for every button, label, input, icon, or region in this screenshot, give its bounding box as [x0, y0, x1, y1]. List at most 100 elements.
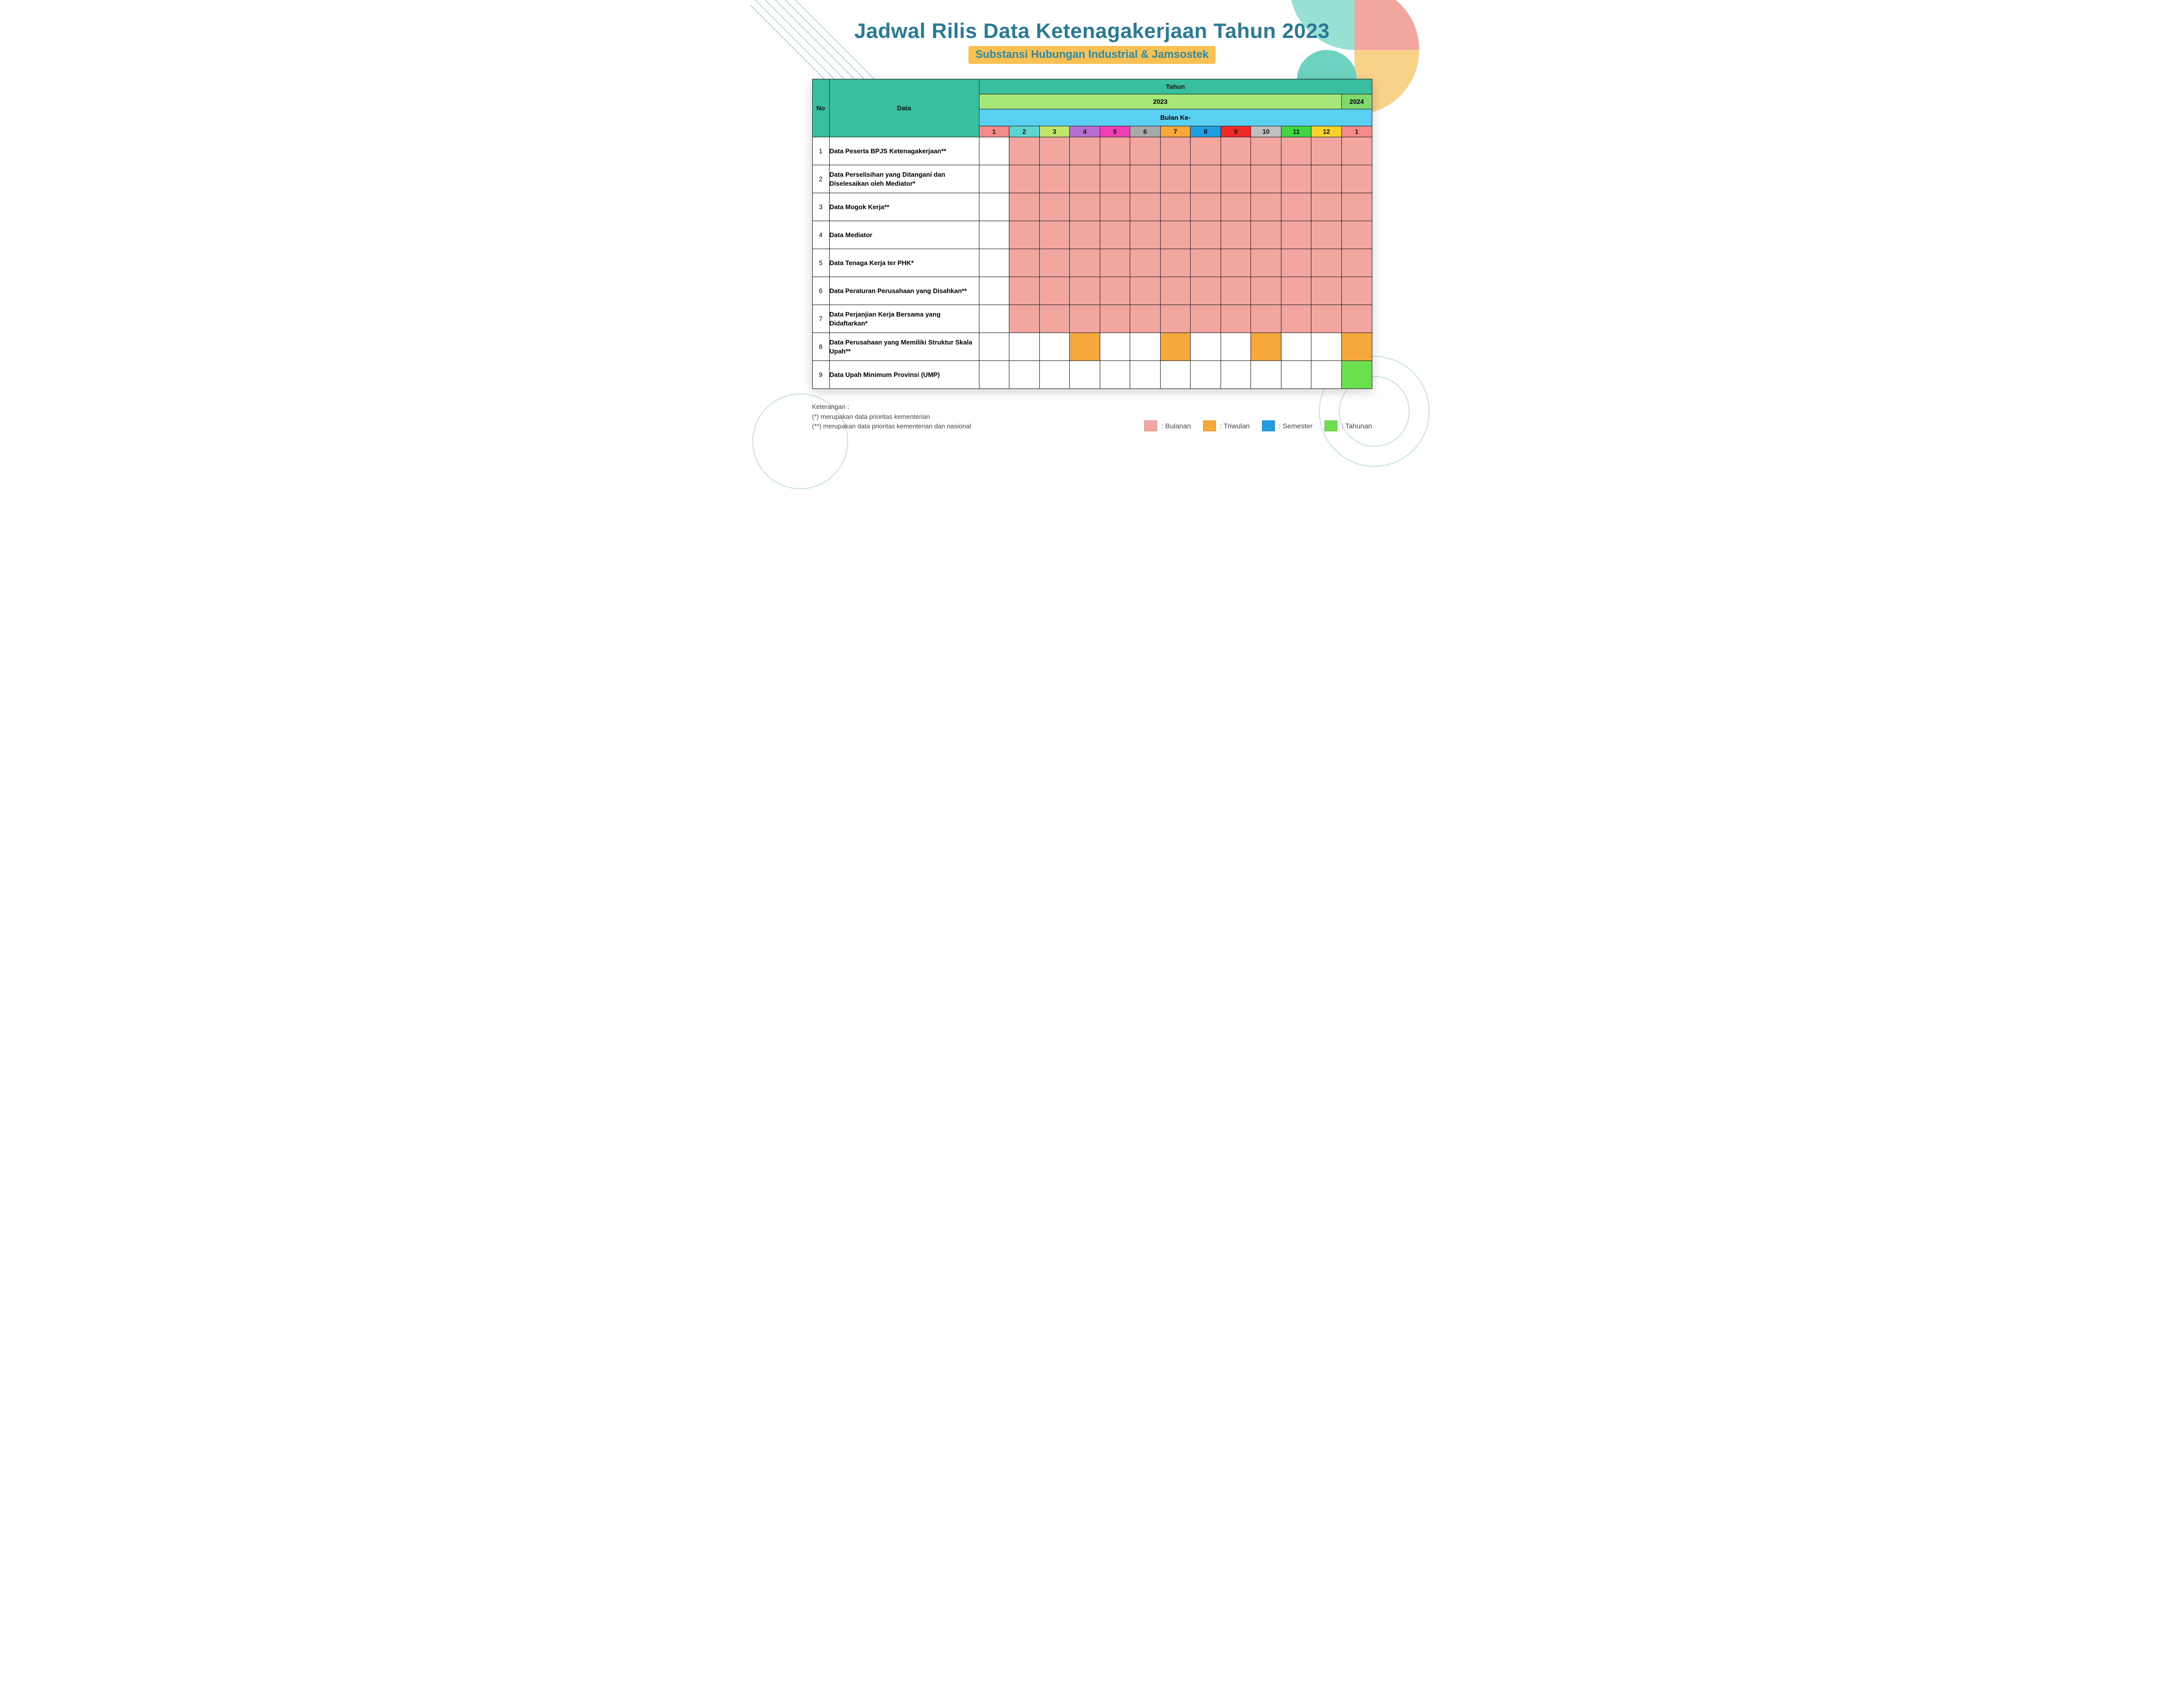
schedule-cell: [1341, 165, 1372, 193]
schedule-cell: [1221, 193, 1251, 221]
row-label: Data Peserta BPJS Ketenagakerjaan**: [829, 137, 979, 165]
schedule-cell: [1039, 361, 1070, 389]
table-header: No Data Tahun 2023 2024 Bulan Ke- 1 2 3 …: [812, 79, 1372, 137]
schedule-cell: [1130, 137, 1161, 165]
legend: : Bulanan : Triwulan : Semester : Tahuna…: [1144, 420, 1372, 431]
schedule-cell: [1221, 165, 1251, 193]
schedule-cell: [1251, 361, 1281, 389]
swatch-bulanan: [1144, 420, 1157, 431]
schedule-cell: [1281, 361, 1311, 389]
schedule-cell: [1311, 249, 1342, 277]
row-label: Data Mediator: [829, 221, 979, 249]
schedule-cell: [1311, 305, 1342, 333]
schedule-cell: [1160, 277, 1191, 305]
row-label: Data Perjanjian Kerja Bersama yang Didaf…: [829, 305, 979, 333]
table-row: 5Data Tenaga Kerja ter PHK*: [812, 249, 1372, 277]
schedule-cell: [1191, 333, 1221, 361]
schedule-cell: [1070, 249, 1100, 277]
schedule-cell: [1341, 193, 1372, 221]
schedule-cell: [1070, 277, 1100, 305]
legend-bulanan: : Bulanan: [1144, 420, 1191, 431]
schedule-cell: [1160, 221, 1191, 249]
swatch-triwulan: [1203, 420, 1216, 431]
schedule-cell: [1070, 221, 1100, 249]
schedule-table: No Data Tahun 2023 2024 Bulan Ke- 1 2 3 …: [812, 79, 1372, 389]
schedule-cell: [1311, 277, 1342, 305]
schedule-cell: [1100, 361, 1130, 389]
header-no: No: [812, 79, 829, 137]
schedule-cell: [1221, 221, 1251, 249]
schedule-cell: [1311, 193, 1342, 221]
schedule-cell: [1039, 165, 1070, 193]
schedule-cell: [1130, 221, 1161, 249]
header-month-10: 10: [1251, 126, 1281, 137]
schedule-cell: [1100, 221, 1130, 249]
header-data: Data: [829, 79, 979, 137]
row-no: 8: [812, 333, 829, 361]
schedule-cell: [1039, 277, 1070, 305]
schedule-cell: [1009, 193, 1040, 221]
schedule-cell: [979, 277, 1009, 305]
schedule-table-card: No Data Tahun 2023 2024 Bulan Ke- 1 2 3 …: [812, 79, 1372, 389]
schedule-cell: [1070, 305, 1100, 333]
schedule-cell: [979, 137, 1009, 165]
schedule-cell: [979, 249, 1009, 277]
header-month-8: 8: [1191, 126, 1221, 137]
row-label: Data Perusahaan yang Memiliki Struktur S…: [829, 333, 979, 361]
header-month-1: 1: [979, 126, 1009, 137]
schedule-cell: [1281, 137, 1311, 165]
legend-semester: : Semester: [1262, 420, 1313, 431]
schedule-cell: [1251, 193, 1281, 221]
schedule-cell: [1039, 333, 1070, 361]
row-label: Data Upah Minimum Provinsi (UMP): [829, 361, 979, 389]
schedule-cell: [1009, 361, 1040, 389]
schedule-cell: [1130, 165, 1161, 193]
legend-bulanan-label: : Bulanan: [1161, 422, 1191, 430]
schedule-cell: [1191, 221, 1221, 249]
schedule-cell: [1221, 137, 1251, 165]
schedule-cell: [1009, 137, 1040, 165]
schedule-cell: [1009, 277, 1040, 305]
schedule-cell: [1070, 137, 1100, 165]
footer-notes: Keterangan : (*) merupakan data priorita…: [812, 402, 971, 431]
schedule-cell: [1039, 249, 1070, 277]
schedule-cell: [1100, 249, 1130, 277]
schedule-cell: [1341, 221, 1372, 249]
table-row: 8Data Perusahaan yang Memiliki Struktur …: [812, 333, 1372, 361]
schedule-cell: [1039, 137, 1070, 165]
schedule-cell: [1191, 305, 1221, 333]
schedule-cell: [1191, 193, 1221, 221]
schedule-cell: [1311, 137, 1342, 165]
row-no: 6: [812, 277, 829, 305]
schedule-cell: [1311, 333, 1342, 361]
schedule-cell: [979, 361, 1009, 389]
schedule-cell: [1311, 361, 1342, 389]
schedule-cell: [1009, 249, 1040, 277]
header-month-11: 11: [1281, 126, 1311, 137]
legend-tahunan-label: : Tahunan: [1341, 422, 1372, 430]
table-body: 1Data Peserta BPJS Ketenagakerjaan**2Dat…: [812, 137, 1372, 389]
schedule-cell: [1100, 305, 1130, 333]
header-month-2: 2: [1009, 126, 1040, 137]
schedule-cell: [1100, 137, 1130, 165]
schedule-cell: [1160, 333, 1191, 361]
schedule-cell: [1251, 137, 1281, 165]
schedule-cell: [979, 165, 1009, 193]
schedule-cell: [1009, 305, 1040, 333]
schedule-cell: [1341, 333, 1372, 361]
schedule-cell: [1251, 221, 1281, 249]
header-month-2024-1: 1: [1341, 126, 1372, 137]
footnote-2: (**) merupakan data prioritas kementeria…: [812, 421, 971, 431]
keterangan-label: Keterangan :: [812, 402, 971, 412]
schedule-cell: [1281, 165, 1311, 193]
schedule-cell: [1251, 277, 1281, 305]
schedule-cell: [1070, 193, 1100, 221]
schedule-cell: [1130, 333, 1161, 361]
schedule-cell: [1160, 361, 1191, 389]
schedule-cell: [1160, 305, 1191, 333]
schedule-cell: [1311, 165, 1342, 193]
table-row: 3Data Mogok Kerja**: [812, 193, 1372, 221]
schedule-cell: [1009, 165, 1040, 193]
table-row: 4Data Mediator: [812, 221, 1372, 249]
schedule-cell: [1039, 193, 1070, 221]
